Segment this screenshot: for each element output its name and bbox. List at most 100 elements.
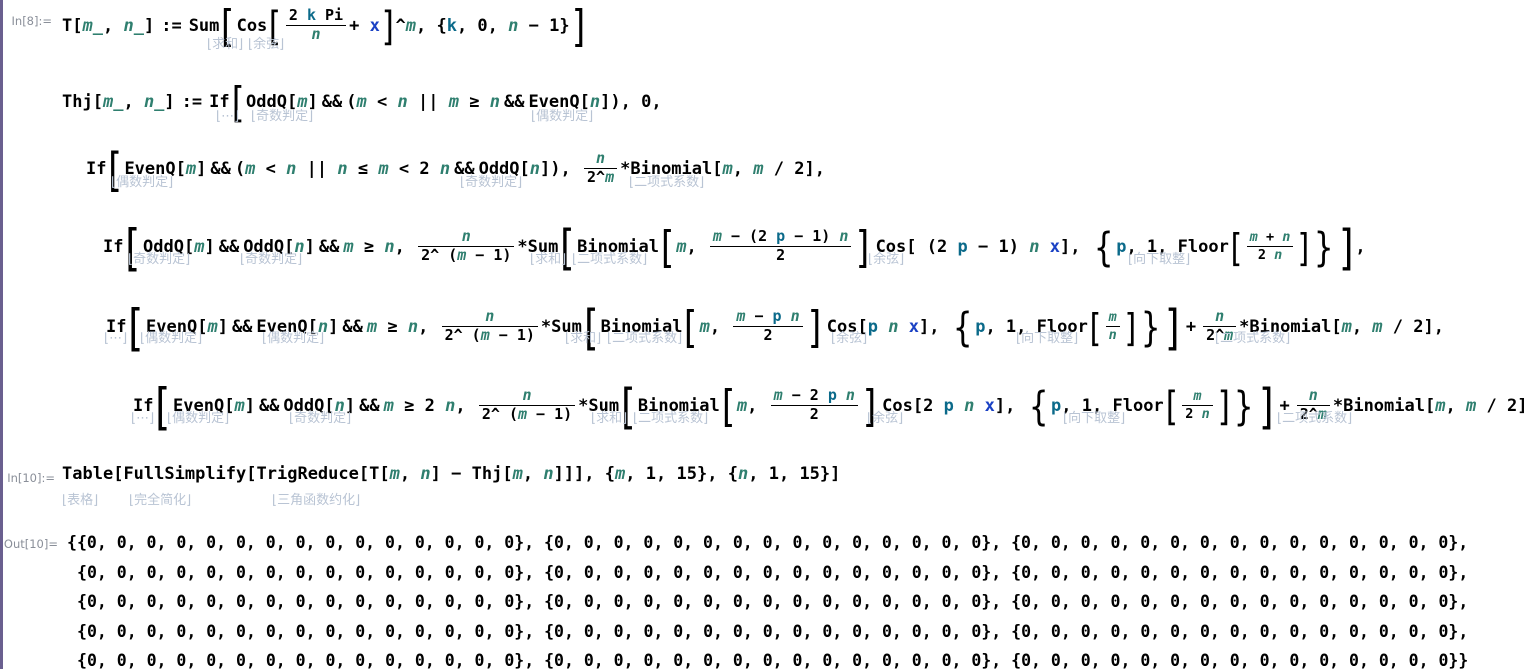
matrix-cell: 0 xyxy=(295,651,306,669)
matrix-cell: 0 xyxy=(613,533,624,552)
matrix-cell: 0 xyxy=(822,533,833,552)
big-bracket-close-cos: ] xyxy=(381,4,394,50)
fraction-m-minus-pn-over-2: m − p n2 xyxy=(733,308,803,344)
matrix-cell: 0 xyxy=(1110,651,1121,669)
matrix-cell: 0 xyxy=(385,533,395,552)
matrix-cell: 0 xyxy=(673,651,684,669)
matrix-cell: 0 xyxy=(703,621,713,641)
matrix-cell: 0 xyxy=(762,621,773,641)
code-line-table-call[interactable]: Table[FullSimplify[TrigReduce[T[m, n] − … xyxy=(62,466,840,483)
big-brace-close-iter4: } xyxy=(1234,384,1254,430)
matrix-cell: 0 xyxy=(265,562,276,582)
code-line-definition-T[interactable]: T[m_, n_]:= Sum[Cos[2 k Pi n + x] ^m, {k, 0,… xyxy=(62,1,587,52)
comma: , xyxy=(102,16,124,36)
matrix-cell: 0 xyxy=(1199,533,1210,552)
matrix-cell: 0 xyxy=(385,651,395,669)
function-Table: Table xyxy=(62,464,114,484)
matrix-cell: 0 xyxy=(1349,592,1359,611)
sublist-open: { xyxy=(1011,562,1022,582)
matrix-cell: 0 xyxy=(474,651,485,669)
matrix-cell: 0 xyxy=(583,562,594,582)
big-bracket-close-floor2: ] xyxy=(1298,226,1310,270)
matrix-cell: 0 xyxy=(732,621,743,641)
matrix-cell: 0 xyxy=(732,651,743,669)
matrix-cell: 0 xyxy=(236,651,246,669)
fraction-m-over-2n: m2 n xyxy=(1182,389,1213,421)
matrix-cell: 0 xyxy=(911,621,922,641)
matrix-cell: 0 xyxy=(911,592,922,611)
sublist-open: { xyxy=(544,621,554,641)
matrix-cell: 0 xyxy=(852,621,863,641)
big-bracket-open-binom4: [ xyxy=(721,381,736,432)
code-line-if-branch-1[interactable]: If[EvenQ[m] && (m < n || n ≤ m < 2 n && OddQ… xyxy=(86,146,825,193)
sublist-open: { xyxy=(544,592,554,611)
hint-binomial-line4: ⌊二项式系数⌋ xyxy=(572,252,648,267)
matrix-cell: 0 xyxy=(792,533,803,552)
matrix-cell: 0 xyxy=(116,621,127,641)
hint-if-ellipsis-line6: ⌊⋯⌋ xyxy=(131,411,155,426)
sublist-close: } xyxy=(981,562,992,582)
hint-sum-line4: ⌊求和⌋ xyxy=(530,252,567,267)
matrix-cell: 0 xyxy=(176,592,187,611)
big-bracket-close-floor3: ] xyxy=(1124,306,1137,350)
matrix-cell: 0 xyxy=(1378,651,1389,669)
matrix-cell: 0 xyxy=(583,651,594,669)
sublist-close: } xyxy=(514,651,525,669)
matrix-cell: 0 xyxy=(444,533,455,552)
big-bracket-close-sum: ] xyxy=(571,1,585,52)
matrix-cell: 0 xyxy=(881,621,892,641)
matrix-cell: 0 xyxy=(583,592,594,611)
matrix-cell: 0 xyxy=(1080,592,1091,611)
big-bracket-close-sum4: ] xyxy=(1258,379,1274,435)
matrix-cell: 0 xyxy=(86,592,97,611)
matrix-cell: 0 xyxy=(1259,592,1270,611)
matrix-cell: 0 xyxy=(325,621,336,641)
matrix-cell: 0 xyxy=(613,592,624,611)
hint-binomial-b-line5: ⌊二项式系数⌋ xyxy=(1215,331,1291,346)
matrix-cell: 0 xyxy=(236,621,246,641)
function-Sum: Sum xyxy=(188,16,220,36)
sublist-close: } xyxy=(981,592,992,611)
sublist-close: } xyxy=(1448,592,1459,611)
matrix-cell: 0 xyxy=(1140,533,1151,552)
matrix-cell: 0 xyxy=(444,592,455,611)
matrix-cell: 0 xyxy=(673,621,684,641)
matrix-cell: 0 xyxy=(673,592,684,611)
matrix-cell: 0 xyxy=(355,562,366,582)
matrix-cell: 0 xyxy=(1170,592,1181,611)
hint-cos-line6: ⌊余弦⌋ xyxy=(867,411,904,426)
matrix-cell: 0 xyxy=(732,592,743,611)
matrix-cell: 0 xyxy=(941,592,952,611)
sublist-close: } xyxy=(1448,651,1459,669)
function-FullSimplify: FullSimplify xyxy=(123,464,247,484)
hint-if-ellipsis-line5: ⌊⋯⌋ xyxy=(104,331,128,346)
big-bracket-close-sum2: ] xyxy=(1338,220,1354,276)
in-label-10: In[10]:= xyxy=(7,471,55,485)
matrix-cell: 0 xyxy=(852,651,863,669)
matrix-cell: 0 xyxy=(116,592,127,611)
in-label-8: In[8]:= xyxy=(11,14,52,28)
set-delayed-operator-2: := xyxy=(181,92,203,112)
matrix-cell: 0 xyxy=(941,562,952,582)
hint-binomial-b-line6: ⌊二项式系数⌋ xyxy=(1277,411,1353,426)
hint-cos-line5: ⌊余弦⌋ xyxy=(831,331,868,346)
matrix-cell: 0 xyxy=(1080,533,1091,552)
matrix-cell: 0 xyxy=(792,621,803,641)
symbol-T: T xyxy=(62,16,73,36)
matrix-cell: 0 xyxy=(1080,651,1091,669)
matrix-cell: 0 xyxy=(325,533,336,552)
function-TrigReduce: TrigReduce xyxy=(256,464,359,484)
matrix-cell: 0 xyxy=(822,562,833,582)
matrix-cell: 0 xyxy=(1378,533,1389,552)
big-brace-close-iter3: } xyxy=(1140,305,1161,351)
matrix-cell: 0 xyxy=(971,621,982,641)
big-bracket-close-binom3: ] xyxy=(807,302,821,353)
matrix-cell: 0 xyxy=(1319,621,1330,641)
hint-evenq-a-line5: ⌊偶数判定⌋ xyxy=(140,331,203,346)
matrix-cell: 0 xyxy=(1319,651,1330,669)
big-bracket-open-floor3: [ xyxy=(1089,306,1102,350)
matrix-cell: 0 xyxy=(1438,533,1449,552)
matrix-cell: 0 xyxy=(613,621,624,641)
fraction-m-plus-n-over-2n: m + n2 n xyxy=(1246,230,1294,262)
matrix-cell: 0 xyxy=(762,533,773,552)
